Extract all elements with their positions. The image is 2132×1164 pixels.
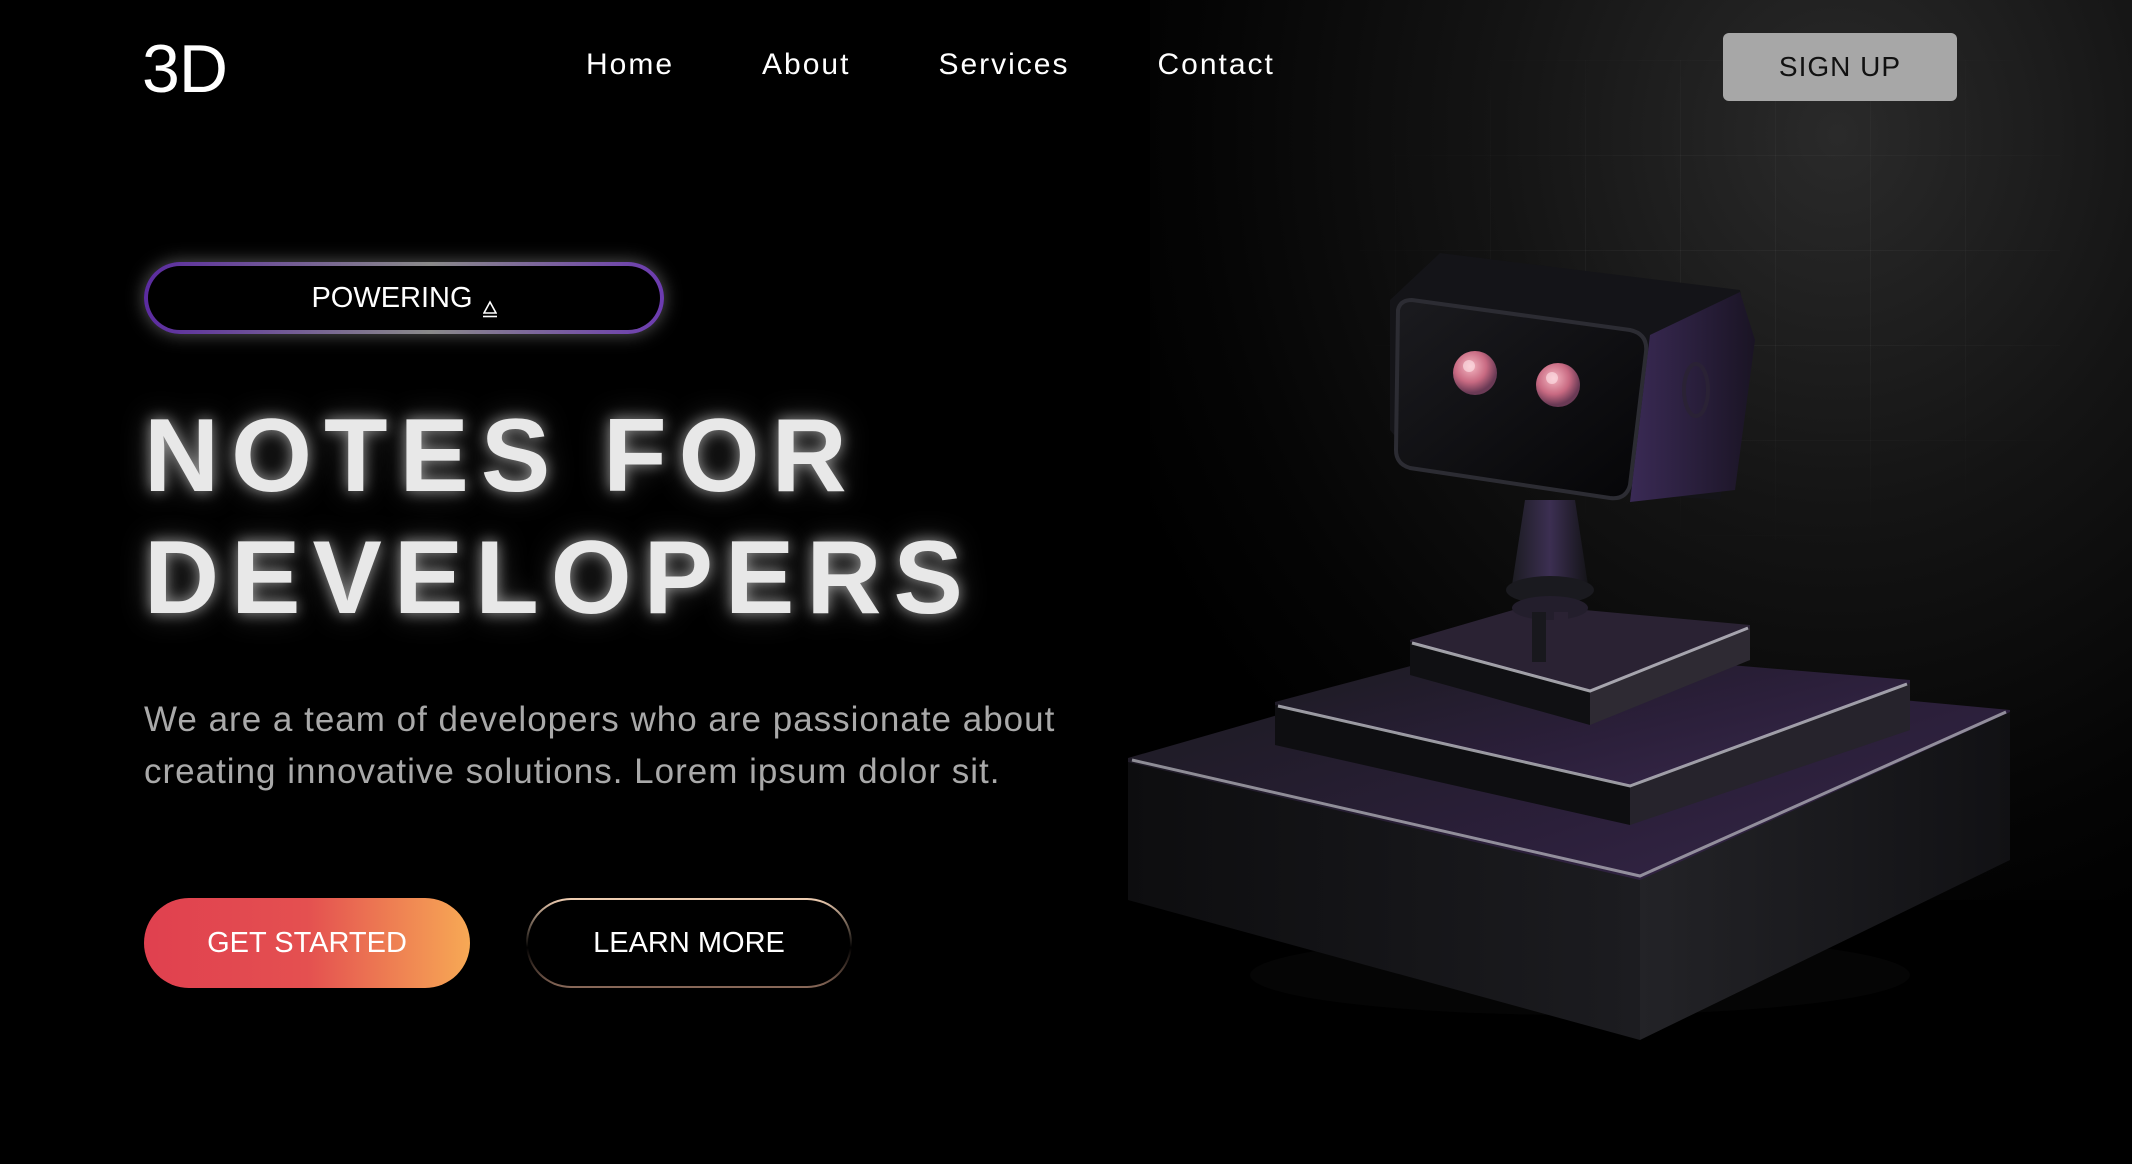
get-started-button[interactable]: GET STARTED: [144, 898, 470, 988]
main-nav: Home About Services Contact: [586, 48, 1363, 82]
nav-contact[interactable]: Contact: [1157, 48, 1274, 82]
badge-inner: POWERING: [148, 266, 660, 330]
triangle-warning-icon: [482, 293, 497, 318]
robot-right-eye: [1536, 363, 1580, 407]
nav-home[interactable]: Home: [586, 48, 674, 82]
robot-svg: [1128, 253, 2010, 1040]
signup-button[interactable]: SIGN UP: [1723, 33, 1957, 101]
powering-badge: POWERING: [144, 262, 664, 334]
nav-about[interactable]: About: [762, 48, 850, 82]
hero-headline: NOTES FOR DEVELOPERS: [144, 395, 975, 639]
badge-label: POWERING: [311, 281, 473, 314]
headline-line-2: DEVELOPERS: [144, 520, 975, 636]
subtitle-line-1: We are a team of developers who are pass…: [144, 700, 1056, 739]
nav-services[interactable]: Services: [938, 48, 1069, 82]
headline-line-1: NOTES FOR: [144, 398, 859, 514]
robot-left-eye: [1453, 351, 1497, 395]
learn-more-button[interactable]: LEARN MORE: [526, 898, 852, 988]
hero-subtitle: We are a team of developers who are pass…: [144, 694, 1104, 798]
logo[interactable]: 3D: [142, 30, 228, 108]
robot-neck: [1512, 500, 1588, 585]
robot-illustration: [1110, 240, 2060, 1070]
subtitle-line-2: creating innovative solutions. Lorem ips…: [144, 752, 1001, 791]
